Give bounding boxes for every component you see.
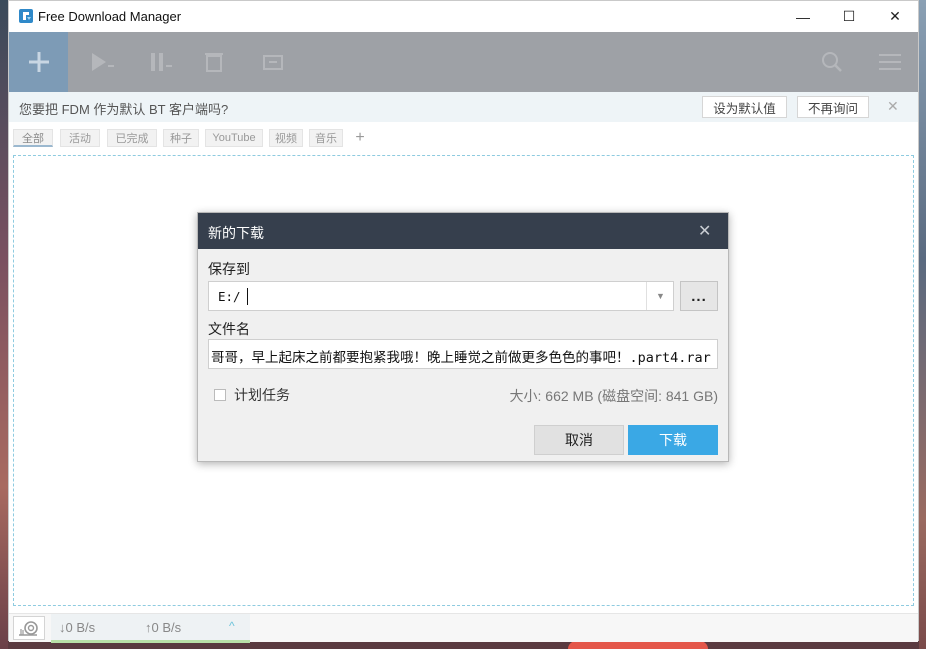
chevron-down-icon[interactable]: ▼ [646,282,674,310]
cancel-button[interactable]: 取消 [534,425,624,455]
schedule-label: 计划任务 [234,387,290,403]
minimize-button[interactable]: — [780,1,826,32]
save-to-label: 保存到 [208,261,250,277]
new-download-dialog: 新的下载 ✕ 保存到 E:/ ▼ ... 文件名 哥哥，早上起床之前都要抱紧我哦… [197,212,729,462]
dialog-close-icon[interactable]: ✕ [698,221,711,241]
save-path-value: E:/ [218,289,241,304]
size-info: 大小: 662 MB (磁盘空间: 841 GB) [509,388,719,404]
set-default-button[interactable]: 设为默认值 [702,96,787,118]
filename-input[interactable]: 哥哥，早上起床之前都要抱紧我哦！晚上睡觉之前做更多色色的事吧！.part4.ra… [208,339,718,369]
menu-icon[interactable] [877,50,903,74]
main-toolbar [9,32,918,92]
title-bar: Free Download Manager — ☐ ✕ [9,1,918,32]
add-tab-icon[interactable]: + [351,129,369,147]
tab-music[interactable]: 音乐 [309,129,343,147]
snail-icon [19,621,38,636]
chevron-up-icon[interactable]: ^ [229,619,235,633]
browse-folder-button[interactable]: ... [680,281,718,311]
filename-value: 哥哥，早上起床之前都要抱紧我哦！晚上睡觉之前做更多色色的事吧！.part4.ra… [211,350,711,366]
speed-panel[interactable]: ↓0 B/s ↑0 B/s ^ [51,614,250,643]
close-button[interactable]: ✕ [872,1,918,32]
taskbar-accent [568,641,708,649]
filename-label: 文件名 [208,321,250,337]
pause-icon[interactable] [147,50,173,74]
dialog-header: 新的下载 ✕ [198,213,728,249]
minimize-icon: — [796,8,810,25]
search-icon[interactable] [819,50,845,74]
tab-torrents[interactable]: 种子 [163,129,199,147]
desktop-background-right [919,0,926,649]
tab-all[interactable]: 全部 [13,129,53,147]
download-speed: ↓0 B/s [59,620,96,635]
text-caret [247,288,248,305]
maximize-icon: ☐ [842,8,856,24]
download-button[interactable]: 下载 [628,425,718,455]
save-path-input[interactable]: E:/ ▼ [208,281,674,311]
dialog-title: 新的下载 [208,225,264,241]
desktop-background-left [0,0,8,649]
fdm-logo-icon [19,9,33,23]
move-icon[interactable] [261,50,287,74]
play-icon[interactable] [89,50,115,74]
schedule-checkbox[interactable] [214,389,226,401]
status-bar: ↓0 B/s ↑0 B/s ^ [9,613,918,643]
prompt-close-icon[interactable]: ✕ [887,98,899,115]
never-ask-button[interactable]: 不再询问 [797,96,869,118]
maximize-button[interactable]: ☐ [826,1,872,32]
bt-prompt-message: 您要把 FDM 作为默认 BT 客户端吗? [19,102,229,117]
speed-limit-button[interactable] [13,616,45,640]
tab-youtube[interactable]: YouTube [205,129,263,147]
delete-icon[interactable] [202,50,228,74]
tab-video[interactable]: 视频 [269,129,303,147]
window-title: Free Download Manager [38,9,182,24]
add-download-button[interactable] [9,32,68,92]
schedule-option[interactable]: 计划任务 [214,385,290,405]
plus-icon [28,52,49,72]
bt-client-prompt: 您要把 FDM 作为默认 BT 客户端吗? 设为默认值 不再询问 ✕ [9,92,918,122]
upload-speed: ↑0 B/s [145,620,182,635]
tab-completed[interactable]: 已完成 [107,129,157,147]
close-icon: ✕ [889,8,901,24]
tab-active[interactable]: 活动 [60,129,100,147]
